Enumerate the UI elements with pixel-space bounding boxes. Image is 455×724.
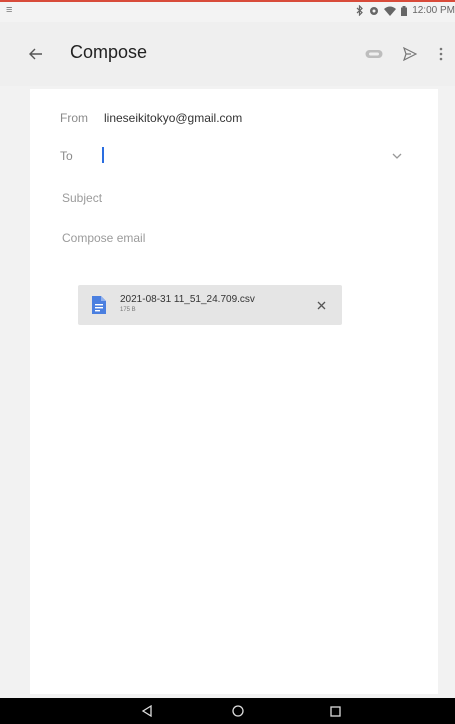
to-label: To [60,149,73,163]
status-bar: ≡ 12:00 PM [0,0,455,22]
attach-button[interactable] [361,42,387,66]
compose-screen: ≡ 12:00 PM Compose From lineseikitokyo@g… [0,0,455,724]
nav-recents-button[interactable] [325,702,345,720]
recents-square-icon [329,705,341,717]
battery-icon [401,5,408,16]
bluetooth-icon [356,5,364,16]
to-field[interactable] [98,144,382,170]
home-circle-icon [232,705,244,717]
more-vert-icon [439,47,443,61]
body-row [30,217,438,257]
subject-field[interactable] [60,185,404,211]
wifi-icon [384,6,397,16]
page-title: Compose [70,42,148,62]
navigation-bar [0,698,455,724]
from-row[interactable]: From lineseikitokyo@gmail.com [30,99,438,139]
send-icon [403,47,417,61]
from-address[interactable]: lineseikitokyo@gmail.com [104,111,242,125]
remove-attachment-button[interactable] [313,297,329,313]
chevron-down-icon [392,153,402,159]
status-time: 12:00 PM [412,5,455,16]
notification-icon: ≡ [6,4,13,16]
text-cursor [102,147,104,163]
more-options-button[interactable] [434,42,448,66]
attachment-file-size: 175 B [120,307,136,313]
subject-row [30,177,438,217]
expand-recipients-button[interactable] [388,147,406,165]
attachment-chip[interactable]: 2021-08-31 11_51_24.709.csv 175 B [78,285,342,325]
nav-home-button[interactable] [228,702,248,720]
status-icons: 12:00 PM [356,5,455,16]
compose-form: From lineseikitokyo@gmail.com To Subject… [30,89,438,694]
alarm-icon [369,6,379,16]
to-row: To [30,137,438,177]
compose-body-field[interactable] [60,225,404,251]
back-triangle-icon [141,705,152,717]
send-button[interactable] [399,42,421,66]
attachment-icon [365,50,383,58]
nav-back-button[interactable] [137,702,157,720]
document-icon [92,296,106,314]
back-button[interactable] [24,42,48,66]
app-bar: Compose [0,22,455,86]
from-label: From [60,111,88,125]
attachment-file-name: 2021-08-31 11_51_24.709.csv [120,294,255,305]
arrow-back-icon [29,48,42,60]
close-icon [317,301,325,309]
